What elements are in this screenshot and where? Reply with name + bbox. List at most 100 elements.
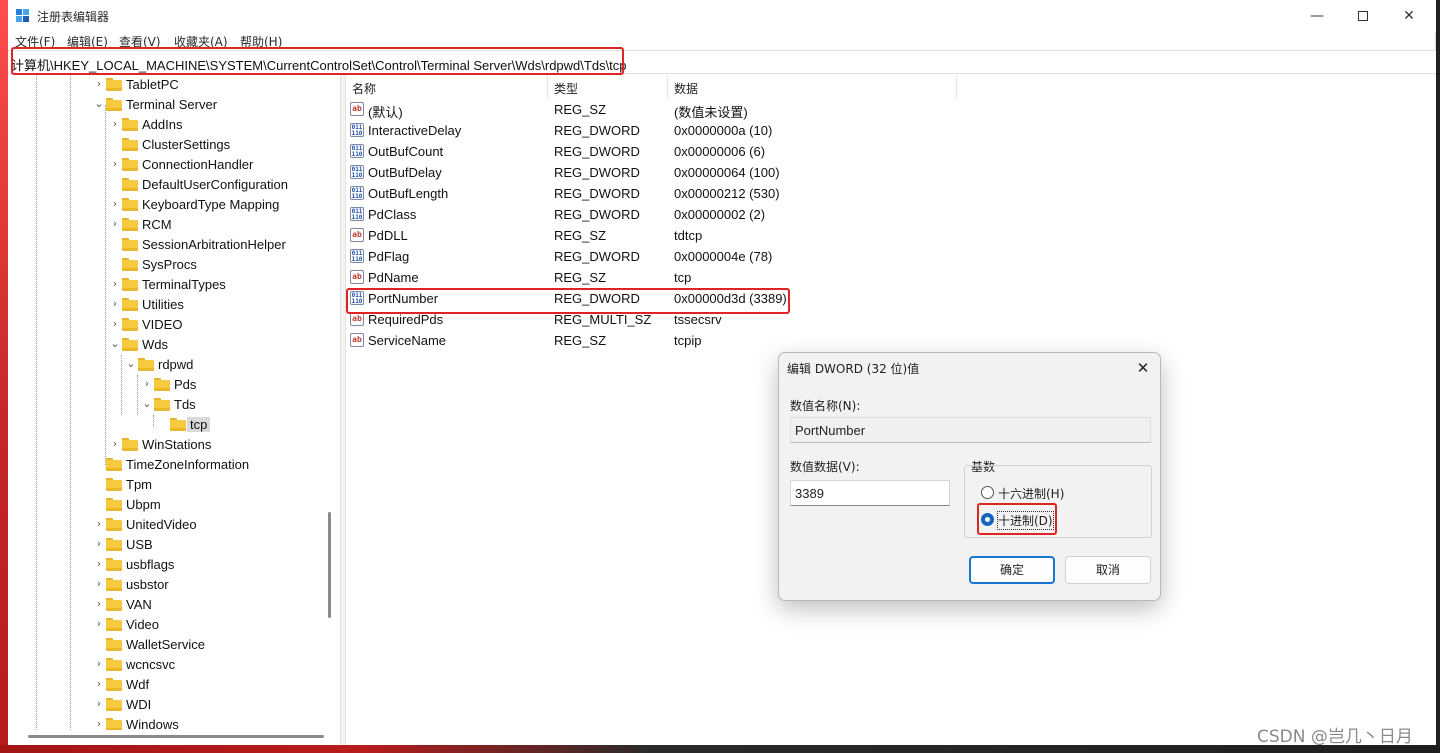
value-data: 0x0000004e (78) (674, 249, 773, 264)
chevron-down-icon[interactable]: ⌄ (126, 357, 136, 370)
folder-icon (122, 438, 138, 451)
chevron-right-icon[interactable]: › (94, 677, 104, 690)
value-row[interactable]: 011 110 PdClass REG_DWORD 0x00000002 (2) (346, 204, 1046, 225)
folder-icon (122, 298, 138, 311)
folder-icon (106, 458, 122, 471)
dialog-title: 编辑 DWORD (32 位)值 (787, 362, 920, 376)
folder-icon (106, 558, 122, 571)
value-name: PdFlag (368, 249, 410, 264)
folder-icon (106, 698, 122, 711)
registry-key-tree[interactable]: › TabletPC ⌄ Terminal Server › AddIns Clust… (8, 75, 338, 730)
chevron-right-icon[interactable]: › (110, 277, 120, 290)
dialog-close-button[interactable]: ✕ (1132, 357, 1154, 379)
column-header-data[interactable]: 数据 (668, 75, 957, 99)
value-data-input[interactable]: 3389 (790, 480, 950, 506)
value-type: REG_SZ (554, 333, 607, 348)
chevron-right-icon[interactable]: › (94, 517, 104, 530)
tree-guide (70, 75, 71, 730)
value-row[interactable]: 011 110 OutBufLength REG_DWORD 0x00000212 (… (346, 183, 1046, 204)
folder-icon (122, 118, 138, 131)
value-type: REG_DWORD (554, 123, 640, 138)
value-data: 0x00000006 (6) (674, 144, 766, 159)
chevron-right-icon[interactable]: › (94, 697, 104, 710)
chevron-right-icon[interactable]: › (110, 117, 120, 130)
chevron-right-icon[interactable]: › (94, 557, 104, 570)
value-row[interactable]: ab ServiceName REG_SZ tcpip (346, 330, 1046, 351)
chevron-down-icon[interactable]: ⌄ (142, 397, 152, 410)
value-name: PdName (368, 270, 419, 285)
binary-value-icon: 011 110 (350, 165, 364, 179)
folder-icon (122, 238, 138, 251)
binary-value-icon: 011 110 (350, 186, 364, 200)
hex-radio[interactable] (981, 486, 994, 499)
value-data: tssecsrv (674, 312, 722, 327)
value-name-field: PortNumber (790, 417, 1151, 443)
cancel-button[interactable]: 取消 (1065, 556, 1151, 584)
chevron-right-icon[interactable]: › (94, 537, 104, 550)
value-row[interactable]: 011 110 OutBufDelay REG_DWORD 0x00000064 (1… (346, 162, 1046, 183)
minimize-icon: — (1310, 8, 1324, 24)
maximize-icon (1358, 11, 1368, 21)
chevron-right-icon[interactable]: › (110, 437, 120, 450)
chevron-right-icon[interactable]: › (110, 157, 120, 170)
close-window-button[interactable]: ✕ (1386, 0, 1432, 32)
chevron-down-icon[interactable]: ⌄ (110, 337, 120, 350)
value-row[interactable]: ab (默认) REG_SZ (数值未设置) (346, 99, 1046, 120)
value-row[interactable]: 011 110 InteractiveDelay REG_DWORD 0x000000… (346, 120, 1046, 141)
value-type: REG_SZ (554, 102, 607, 117)
tree-guide (153, 415, 154, 427)
folder-icon (122, 178, 138, 191)
tree-horizontal-scrollbar[interactable] (28, 735, 324, 738)
maximize-button[interactable] (1340, 0, 1386, 32)
minimize-button[interactable]: — (1294, 0, 1340, 32)
folder-icon (122, 158, 138, 171)
folder-icon (106, 658, 122, 671)
value-type: REG_SZ (554, 228, 607, 243)
folder-icon (106, 578, 122, 591)
chevron-right-icon[interactable]: › (94, 617, 104, 630)
hex-radio-label[interactable]: 十六进制(H) (998, 485, 1064, 502)
ok-button[interactable]: 确定 (969, 556, 1055, 584)
chevron-right-icon[interactable]: › (110, 197, 120, 210)
value-name: OutBufLength (368, 186, 449, 201)
value-data-label: 数值数据(V): (790, 460, 860, 474)
chevron-right-icon[interactable]: › (110, 217, 120, 230)
value-data: 0x00000002 (2) (674, 207, 766, 222)
binary-value-icon: 011 110 (350, 207, 364, 221)
chevron-right-icon[interactable]: › (110, 297, 120, 310)
value-row[interactable]: ab PdName REG_SZ tcp (346, 267, 1046, 288)
tree-guide (105, 105, 106, 465)
edit-dword-dialog: 编辑 DWORD (32 位)值 ✕ 数值名称(N): PortNumber 数… (778, 352, 1161, 601)
value-data: 0x00000212 (530) (674, 186, 780, 201)
chevron-right-icon[interactable]: › (94, 597, 104, 610)
chevron-right-icon[interactable]: › (94, 717, 104, 730)
chevron-right-icon[interactable]: › (94, 657, 104, 670)
value-type: REG_DWORD (554, 186, 640, 201)
value-row[interactable]: 011 110 OutBufCount REG_DWORD 0x00000006 (6… (346, 141, 1046, 162)
chevron-down-icon[interactable]: ⌄ (94, 97, 104, 110)
value-name: PdClass (368, 207, 417, 222)
portnumber-highlight-box (346, 288, 790, 314)
chevron-right-icon[interactable]: › (110, 317, 120, 330)
close-icon: ✕ (1136, 359, 1150, 377)
string-value-icon: ab (350, 270, 364, 284)
column-header-name[interactable]: 名称 (346, 75, 548, 99)
title-bar: 注册表编辑器 — ✕ (8, 0, 1436, 32)
value-row[interactable]: ab PdDLL REG_SZ tdtcp (346, 225, 1046, 246)
column-header-type[interactable]: 类型 (548, 75, 668, 99)
tree-vertical-scrollbar[interactable] (328, 512, 331, 618)
folder-icon (106, 78, 122, 91)
chevron-right-icon[interactable]: › (94, 77, 104, 90)
taskbar-edge (0, 745, 1440, 753)
folder-icon (106, 678, 122, 691)
chevron-right-icon[interactable]: › (142, 377, 152, 390)
value-data: (数值未设置) (674, 105, 748, 120)
value-type: REG_DWORD (554, 165, 640, 180)
folder-icon (106, 718, 122, 730)
chevron-right-icon[interactable]: › (94, 577, 104, 590)
value-row[interactable]: 011 110 PdFlag REG_DWORD 0x0000004e (78) (346, 246, 1046, 267)
desktop-background (0, 0, 8, 753)
value-name-label: 数值名称(N): (790, 399, 861, 413)
folder-icon (138, 358, 154, 371)
address-highlight-box (11, 47, 624, 75)
